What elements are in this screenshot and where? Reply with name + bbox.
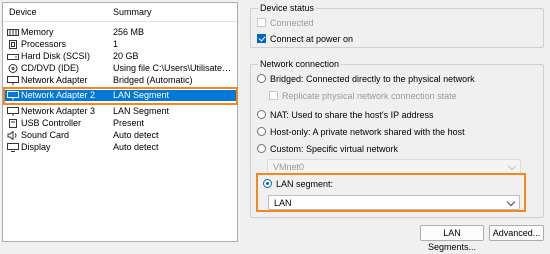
lan-segment-value: LAN: [274, 198, 292, 208]
chevron-down-icon: [506, 197, 516, 207]
cd-icon: [7, 64, 19, 73]
lan-segment-label: LAN segment:: [276, 179, 334, 189]
speaker-icon: [7, 130, 19, 141]
device-summary: Bridged (Automatic): [113, 75, 193, 85]
device-name: Hard Disk (SCSI): [21, 51, 91, 61]
network-icon: [7, 76, 19, 85]
device-name: Network Adapter 3: [21, 106, 96, 116]
network-icon: [7, 107, 19, 116]
bridged-radio[interactable]: Bridged: Connected directly to the physi…: [257, 74, 475, 85]
lan-segments-button[interactable]: LAN Segments...: [420, 225, 484, 252]
device-list: Device Summary Memory 256 MB Processors …: [2, 2, 238, 242]
device-row-usb-controller[interactable]: USB Controller Present: [3, 118, 237, 129]
host-only-label: Host-only: A private network shared with…: [270, 127, 465, 137]
radio-icon: [257, 127, 266, 137]
radio-icon: [257, 144, 266, 154]
connected-checkbox[interactable]: Connected: [257, 18, 314, 29]
device-name: CD/DVD (IDE): [21, 63, 79, 73]
device-name: Memory: [21, 27, 54, 37]
device-summary: 20 GB: [113, 51, 139, 61]
connect-at-power-on-checkbox[interactable]: Connect at power on: [257, 34, 353, 45]
device-row-hard-disk[interactable]: Hard Disk (SCSI) 20 GB: [3, 51, 237, 62]
device-summary: Auto detect: [113, 130, 159, 140]
device-name: Sound Card: [21, 130, 70, 140]
custom-label: Custom: Specific virtual network: [270, 144, 399, 154]
lan-segment-select[interactable]: LAN: [268, 195, 520, 210]
device-row-network-adapter-3[interactable]: Network Adapter 3 LAN Segment: [3, 106, 237, 117]
radio-icon: [257, 74, 266, 84]
device-row-processors[interactable]: Processors 1: [3, 39, 237, 50]
hard-disk-icon: [7, 52, 19, 61]
checkmark-icon: [257, 34, 266, 44]
device-status-group: Device status Connected Connect at power…: [250, 3, 544, 48]
replicate-label: Replicate physical network connection st…: [282, 91, 457, 101]
host-only-radio[interactable]: Host-only: A private network shared with…: [257, 127, 465, 138]
custom-network-select[interactable]: VMnet0: [267, 159, 521, 174]
lan-segment-radio[interactable]: LAN segment:: [263, 179, 333, 190]
device-name: Processors: [21, 39, 67, 49]
device-row-cd-dvd[interactable]: CD/DVD (IDE) Using file C:\Users\Utilisa…: [3, 63, 237, 74]
column-header-summary[interactable]: Summary: [113, 7, 152, 17]
checkbox-icon: [257, 18, 266, 28]
device-name: Network Adapter: [21, 75, 88, 85]
nat-label: NAT: Used to share the host's IP address: [270, 110, 434, 120]
device-summary: LAN Segment: [113, 106, 170, 116]
device-row-memory[interactable]: Memory 256 MB: [3, 27, 237, 38]
device-summary: 1: [113, 39, 119, 49]
checkbox-icon: [269, 91, 278, 101]
display-icon: [7, 143, 19, 152]
device-summary: Using file C:\Users\Utilisateur\...: [113, 63, 235, 73]
device-summary: Present: [113, 118, 145, 128]
radio-selected-icon: [263, 179, 272, 189]
processor-icon: [7, 40, 19, 49]
connect-at-power-on-label: Connect at power on: [270, 34, 354, 44]
device-row-network-adapter[interactable]: Network Adapter Bridged (Automatic): [3, 75, 237, 86]
custom-network-value: VMnet0: [273, 162, 305, 172]
bridged-label: Bridged: Connected directly to the physi…: [270, 74, 475, 84]
column-header-device[interactable]: Device: [9, 7, 37, 17]
device-list-header: Device Summary: [3, 3, 237, 22]
device-summary: Auto detect: [113, 142, 159, 152]
advanced-button[interactable]: Advanced...: [489, 225, 544, 241]
device-name: Display: [21, 142, 51, 152]
radio-icon: [257, 110, 266, 120]
usb-icon: [7, 119, 19, 128]
replicate-state-checkbox[interactable]: Replicate physical network connection st…: [269, 91, 457, 102]
device-status-title: Device status: [258, 3, 317, 13]
device-name: USB Controller: [21, 118, 82, 128]
selected-device-highlight: [3, 87, 238, 105]
chevron-down-icon: [507, 161, 517, 171]
lan-segment-highlight: LAN segment: LAN: [256, 173, 526, 212]
custom-radio[interactable]: Custom: Specific virtual network: [257, 144, 398, 155]
device-summary: 256 MB: [113, 27, 145, 37]
memory-icon: [7, 28, 19, 37]
nat-radio[interactable]: NAT: Used to share the host's IP address: [257, 110, 433, 121]
connected-label: Connected: [270, 18, 314, 28]
device-row-display[interactable]: Display Auto detect: [3, 142, 237, 153]
device-row-sound-card[interactable]: Sound Card Auto detect: [3, 130, 237, 141]
network-connection-title: Network connection: [258, 59, 342, 69]
